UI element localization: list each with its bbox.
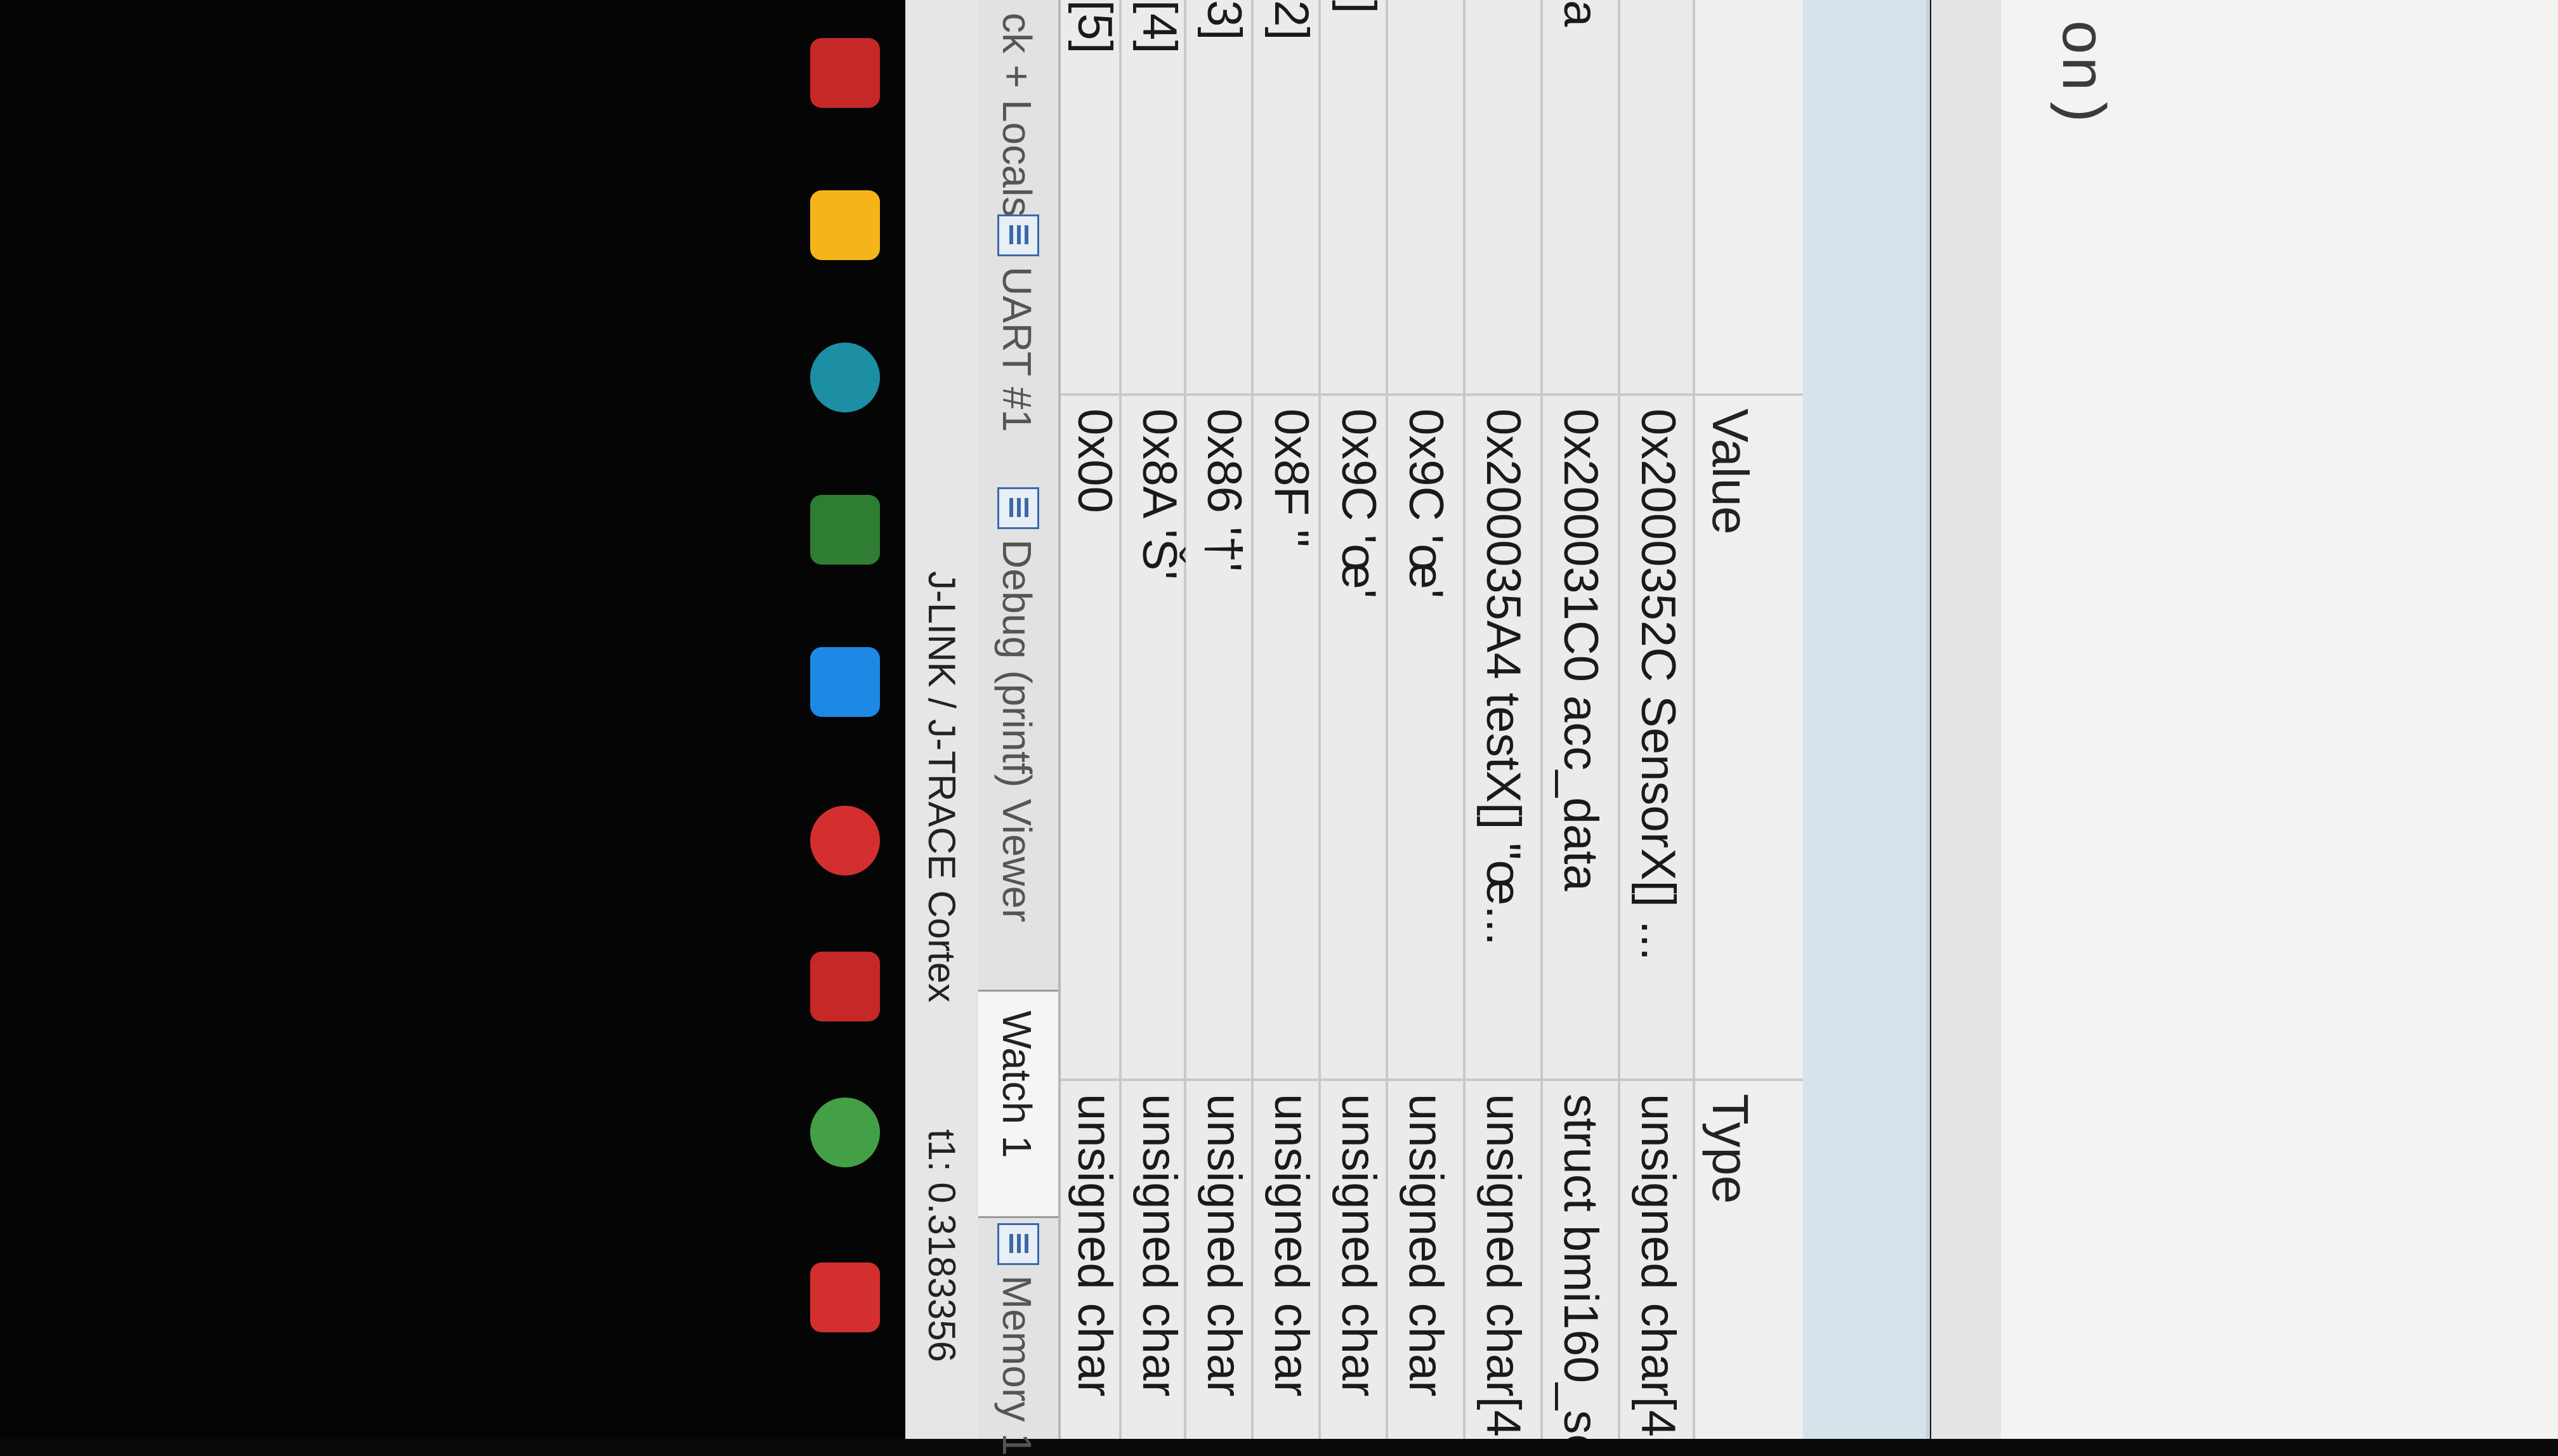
row-type: unsigned char: [1057, 1079, 1132, 1439]
table-row[interactable]: 0x200035A4 testX[] "œ... unsigned char[4…: [1463, 0, 1540, 1439]
row-type: unsigned char: [1388, 1079, 1463, 1439]
time-status: t1: 0.3183356: [921, 1129, 963, 1363]
tab-label: ck + Locals: [994, 13, 1040, 217]
table-row[interactable]: ] 0x9C 'œ' unsigned char: [1318, 0, 1396, 1439]
watch-table: Value Type 0x2000352C SensorX[] ... unsi…: [1057, 0, 1803, 1439]
row-type: unsigned char: [1321, 1079, 1396, 1439]
tab-debug-printf-viewer[interactable]: Debug (printf) Viewer: [976, 482, 1058, 990]
row-name: [5]: [1068, 0, 1122, 54]
row-name: 2]: [1264, 0, 1318, 41]
tab-memory-1[interactable]: Memory 1: [976, 1218, 1058, 1456]
row-name: [1466, 0, 1540, 393]
table-header-row: Value Type: [1693, 0, 1803, 1439]
row-value[interactable]: 0x200035A4 testX[] "œ...: [1466, 393, 1540, 1079]
tab-label: Watch 1: [994, 1011, 1040, 1158]
table-row[interactable]: [5] 0x00 unsigned char: [1057, 0, 1132, 1439]
value-column-header[interactable]: Value: [1695, 393, 1803, 1079]
row-type: unsigned char: [1254, 1079, 1328, 1439]
tab-uart-1[interactable]: UART #1: [976, 209, 1058, 482]
eveus-icon[interactable]: [810, 806, 880, 876]
row-name: [1388, 0, 1463, 393]
watch-pane-titlebar: [1799, 0, 1930, 1439]
window-icon: [997, 214, 1039, 256]
tab-label: UART #1: [994, 266, 1040, 432]
row-name: a: [1554, 0, 1608, 27]
app-icon[interactable]: [810, 38, 880, 108]
row-type: struct bmi160_sens: [1543, 1079, 1618, 1439]
row-value[interactable]: 0x2000352C SensorX[] ...: [1620, 393, 1695, 1079]
tab-watch-1[interactable]: Watch 1: [976, 990, 1058, 1218]
window-icon: [997, 487, 1039, 529]
files-icon[interactable]: [810, 190, 880, 260]
row-value[interactable]: 0x9C 'œ': [1321, 393, 1396, 1079]
flash-icon[interactable]: [810, 1263, 880, 1332]
screen: on) Value Type 0x2000352C SensorX[] ... …: [0, 0, 2558, 1456]
acrobat-icon[interactable]: [810, 952, 880, 1021]
table-row[interactable]: 2] 0x8F '' unsigned char: [1251, 0, 1328, 1439]
tab-label: Memory 1: [994, 1275, 1040, 1456]
arduino-icon[interactable]: [810, 343, 880, 412]
terminal-icon[interactable]: [810, 495, 880, 565]
row-value[interactable]: 0x00: [1057, 393, 1132, 1079]
xmind-icon[interactable]: [810, 647, 880, 717]
row-name: 3]: [1197, 0, 1251, 41]
tabs-bar: ck + Locals UART #1 Debug (printf) Viewe…: [976, 0, 1061, 1456]
row-value[interactable]: 0x86 '†': [1186, 393, 1261, 1079]
whatsapp-icon[interactable]: [810, 1098, 880, 1167]
memory-icon: [997, 1223, 1039, 1265]
table-row[interactable]: a 0x200031C0 acc_data struct bmi160_sens: [1540, 0, 1618, 1439]
taskbar: [0, 0, 905, 1439]
tab-call-stack-locals[interactable]: ck + Locals: [976, 0, 1058, 217]
table-row[interactable]: 0x2000352C SensorX[] ... unsigned char[4…: [1618, 0, 1695, 1439]
table-row[interactable]: 0x9C 'œ' unsigned char: [1386, 0, 1463, 1439]
row-type: unsigned char[40]: [1620, 1079, 1695, 1439]
debugger-status: J-LINK / J-TRACE Cortex: [921, 571, 963, 1003]
row-type: unsigned char[40]: [1466, 1079, 1540, 1439]
status-bar: J-LINK / J-TRACE Cortex t1: 0.3183356: [905, 0, 978, 1439]
editor-horizontal-scrollbar[interactable]: [1375, 0, 2001, 1439]
row-value[interactable]: 0x200031C0 acc_data: [1543, 393, 1618, 1079]
row-type: unsigned char: [1122, 1079, 1197, 1439]
type-column-header[interactable]: Type: [1695, 1079, 1803, 1439]
row-name: [4]: [1132, 0, 1186, 54]
watch-panel: Value Type 0x2000352C SensorX[] ... unsi…: [1057, 0, 1803, 1439]
tab-label: Debug (printf) Viewer: [994, 539, 1040, 922]
row-value[interactable]: 0x9C 'œ': [1388, 393, 1463, 1079]
row-name: [1620, 0, 1695, 393]
code-line: on): [2045, 19, 2114, 129]
row-name: ]: [1332, 0, 1386, 14]
row-value[interactable]: 0x8A 'Š': [1122, 393, 1197, 1079]
code-editor[interactable]: on): [1990, 0, 2558, 1439]
row-type: unsigned char: [1186, 1079, 1261, 1439]
row-value[interactable]: 0x8F '': [1254, 393, 1328, 1079]
name-column-header[interactable]: [1695, 0, 1803, 393]
